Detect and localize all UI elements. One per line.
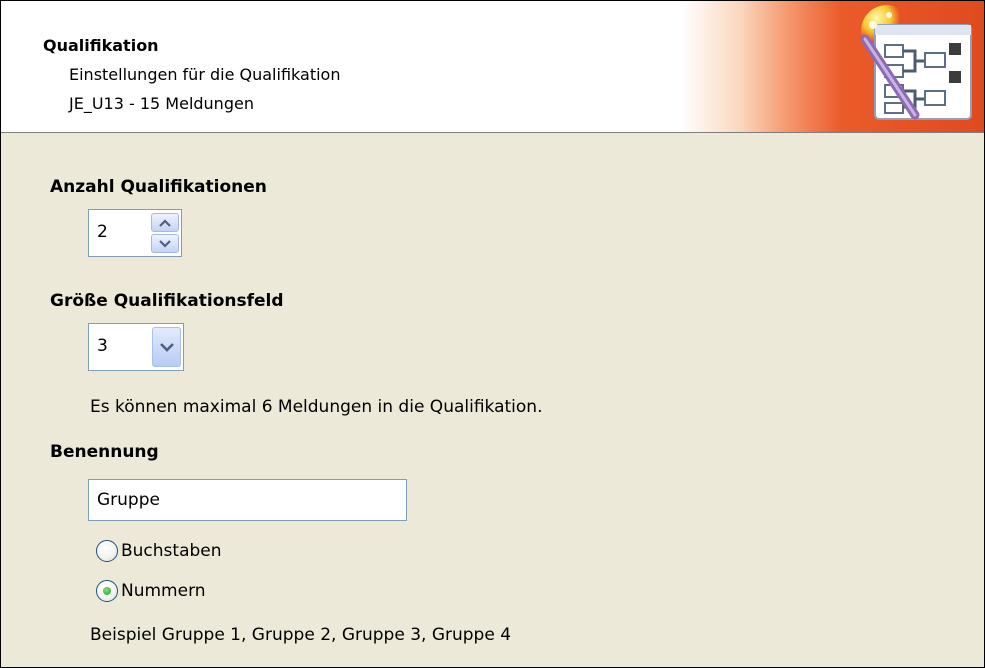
chevron-up-icon bbox=[159, 218, 171, 227]
chevron-down-icon bbox=[159, 342, 174, 352]
dropdown-button[interactable] bbox=[152, 327, 181, 367]
qualifications-count-value[interactable]: 2 bbox=[97, 222, 108, 242]
field-size-info: Es können maximal 6 Meldungen in die Qua… bbox=[90, 397, 543, 417]
wizard-icon bbox=[860, 5, 972, 120]
header-subtitle: Einstellungen für die Qualifikation bbox=[69, 65, 341, 84]
spinner-up-button[interactable] bbox=[151, 213, 179, 232]
naming-example: Beispiel Gruppe 1, Gruppe 2, Gruppe 3, G… bbox=[90, 625, 512, 645]
qualifications-count-spinner[interactable]: 2 bbox=[88, 209, 182, 257]
field-size-dropdown[interactable]: 3 bbox=[88, 323, 184, 371]
radio-option-buchstaben[interactable]: Buchstaben bbox=[96, 539, 222, 563]
radio-selected-dot bbox=[103, 587, 111, 595]
radio-button-selected[interactable] bbox=[96, 580, 118, 602]
naming-input[interactable] bbox=[89, 480, 406, 520]
radio-button[interactable] bbox=[96, 540, 118, 562]
spinner-down-button[interactable] bbox=[151, 234, 179, 253]
naming-label: Benennung bbox=[50, 442, 159, 462]
radio-option-nummern[interactable]: Nummern bbox=[96, 579, 206, 603]
qualifications-count-label: Anzahl Qualifikationen bbox=[50, 177, 267, 197]
radio-label: Nummern bbox=[121, 581, 206, 601]
header-title: Qualifikation bbox=[43, 36, 159, 55]
naming-field[interactable] bbox=[88, 479, 407, 521]
chevron-down-icon bbox=[159, 239, 171, 248]
header-event-info: JE_U13 - 15 Meldungen bbox=[69, 94, 254, 113]
radio-label: Buchstaben bbox=[121, 541, 222, 561]
field-size-label: Größe Qualifikationsfeld bbox=[50, 291, 284, 311]
field-size-value: 3 bbox=[97, 336, 108, 356]
wizard-header: Qualifikation Einstellungen für die Qual… bbox=[1, 1, 984, 133]
wizard-dialog: Qualifikation Einstellungen für die Qual… bbox=[0, 0, 985, 668]
